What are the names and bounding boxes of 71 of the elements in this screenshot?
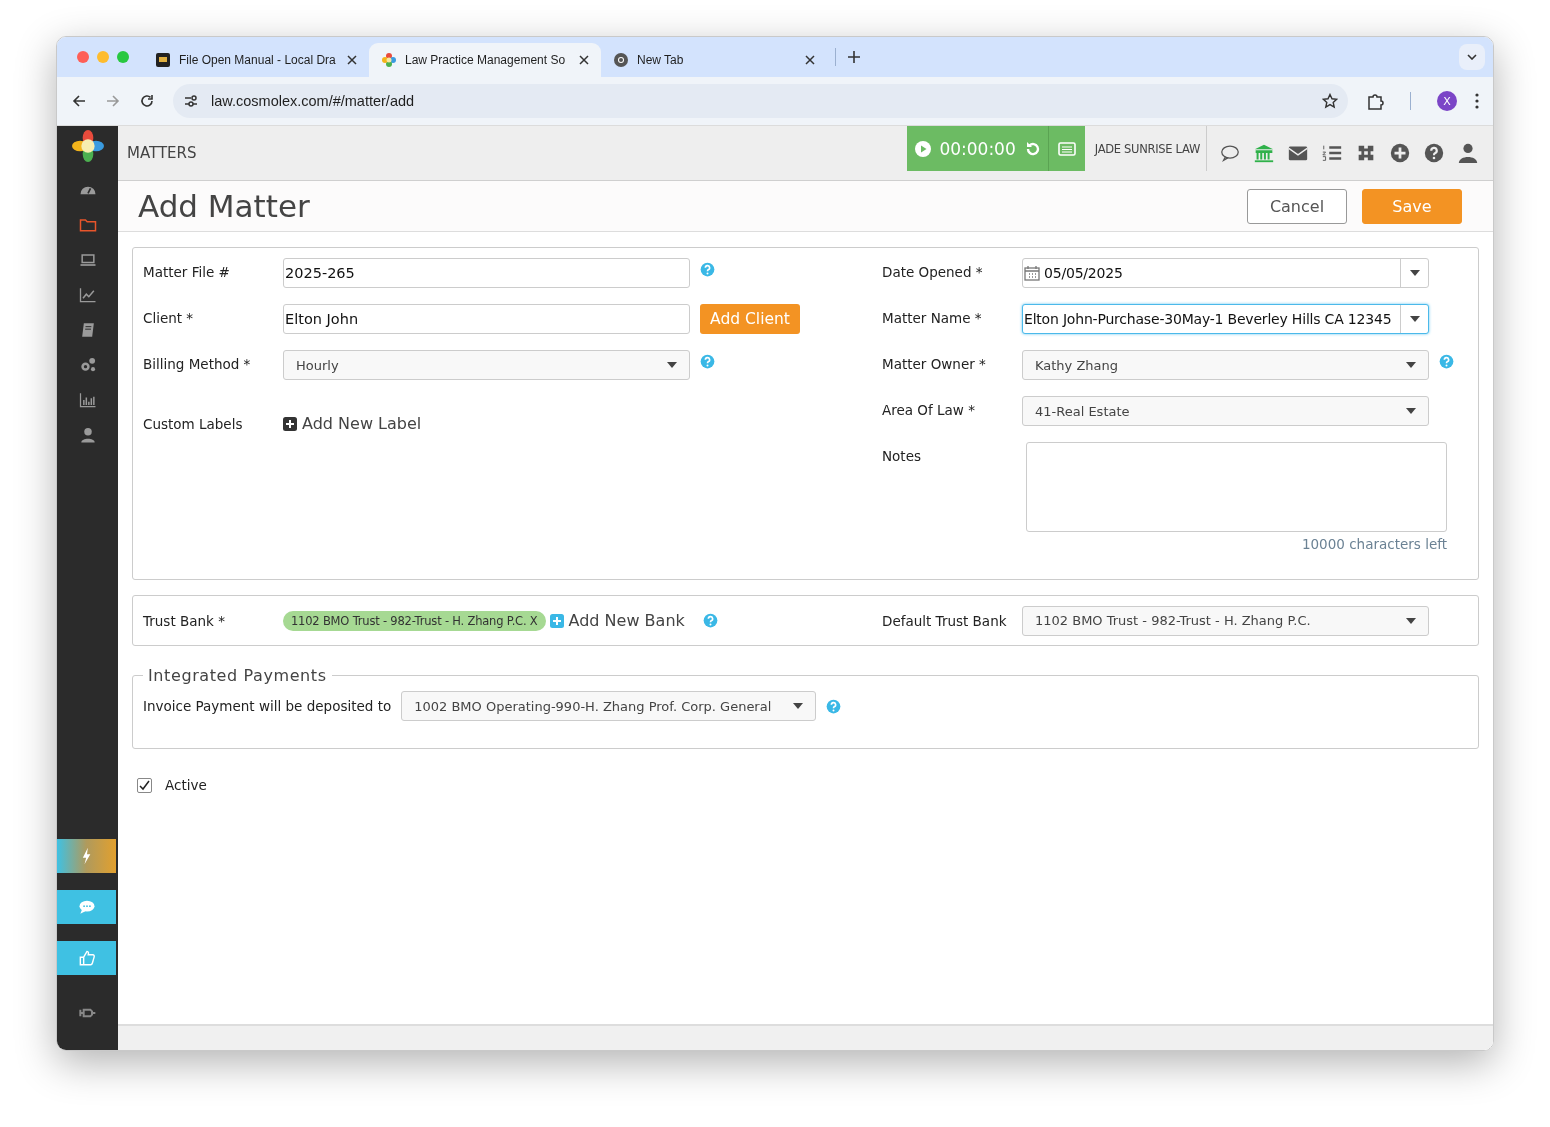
dropdown[interactable]: 41-Real Estate <box>1022 396 1429 426</box>
flower-icon <box>381 52 397 68</box>
field-label: Client * <box>143 309 195 326</box>
help-icon[interactable] <box>1423 142 1445 164</box>
browser-tab[interactable]: Law Practice Management So <box>369 43 601 77</box>
caret-icon <box>1409 316 1420 322</box>
reload-icon[interactable] <box>139 93 155 109</box>
calendar-icon <box>1024 265 1040 281</box>
extensions-icon[interactable] <box>1366 92 1384 110</box>
field-label: Billing Method * <box>143 355 252 372</box>
field-label: Area Of Law * <box>882 401 976 418</box>
caret-icon <box>1406 617 1416 624</box>
caret-icon <box>667 362 677 368</box>
checkmark-icon <box>139 779 150 791</box>
combo-field[interactable]: Elton John-Purchase-30May-1 Beverley Hills CA 12345 <box>1022 304 1429 334</box>
timer-display: 00:00:00 <box>939 138 1016 159</box>
browser-tab[interactable]: File Open Manual - Local Dra <box>143 43 369 77</box>
bookmark-star-icon[interactable] <box>1322 93 1338 109</box>
chevron-icon <box>1467 54 1477 60</box>
close-icon[interactable] <box>805 55 815 65</box>
group-title: Integrated Payments <box>147 666 328 685</box>
dropdown[interactable]: Hourly <box>283 350 690 380</box>
firm-name: JADE SUNRISE LAW <box>1084 126 1207 171</box>
browser-icon <box>613 52 629 68</box>
dropdown[interactable]: 1002 BMO Operating-990-H. Zhang Prof. Corp. General <box>401 691 817 721</box>
field-label: Matter Name * <box>882 309 983 326</box>
new-tab-icon[interactable] <box>848 51 860 63</box>
character-count: 10000 characters left <box>1300 536 1447 552</box>
page-title: Add Matter <box>138 188 311 224</box>
plus-square-icon <box>549 613 564 628</box>
plus-square-icon <box>283 416 297 431</box>
text-field[interactable]: 2025-265 <box>283 258 690 288</box>
date-field[interactable]: 05/05/2025 <box>1022 258 1429 288</box>
close-icon[interactable] <box>347 55 357 65</box>
field-label: Custom Labels <box>143 415 244 432</box>
field-label: Invoice Payment will be deposited to <box>143 698 392 714</box>
cancel-button[interactable]: Cancel <box>1247 188 1347 224</box>
forward-icon[interactable] <box>105 93 121 109</box>
checkbox-label: Active <box>165 777 207 793</box>
notes-field[interactable] <box>1026 442 1447 532</box>
profile-avatar[interactable]: X <box>1437 91 1457 111</box>
add-label-link[interactable]: Add New Label <box>283 410 422 433</box>
field-label: Matter Owner * <box>882 355 987 372</box>
document-icon <box>155 52 171 68</box>
section-title: MATTERS <box>127 144 198 162</box>
field-label: Notes <box>882 447 922 464</box>
close-icon[interactable] <box>579 55 589 65</box>
user-icon[interactable] <box>1457 142 1479 164</box>
field-label: Default Trust Bank <box>882 612 1008 629</box>
dropdown[interactable]: Kathy Zhang <box>1022 350 1429 380</box>
text-field[interactable]: Elton John <box>283 304 690 334</box>
add-bank-link[interactable]: Add New Bank <box>549 611 685 630</box>
add-icon[interactable] <box>1389 142 1411 164</box>
dropdown[interactable]: 1102 BMO Trust - 982-Trust - H. Zhang P.C. <box>1022 605 1429 636</box>
more-menu-icon[interactable] <box>1475 93 1479 109</box>
address-bar[interactable]: law.cosmolex.com/#/matter/add <box>173 84 1348 118</box>
tab-menu-button[interactable] <box>1459 44 1485 70</box>
checkbox[interactable] <box>137 777 152 793</box>
url-text: law.cosmolex.com/#/matter/add <box>211 93 415 109</box>
caret-icon <box>793 703 804 709</box>
site-settings-icon[interactable] <box>183 93 199 109</box>
caret-icon <box>1406 408 1416 414</box>
caret-icon <box>1409 270 1420 276</box>
flower-logo[interactable] <box>71 130 104 162</box>
caret-icon <box>1406 362 1416 368</box>
back-icon[interactable] <box>71 93 87 109</box>
bank-tag[interactable]: 1102 BMO Trust - 982-Trust - H. Zhang P.C. X <box>283 610 546 631</box>
field-label: Date Opened * <box>882 263 984 280</box>
field-label: Trust Bank * <box>143 612 226 629</box>
field-label: Matter File # <box>143 263 231 280</box>
browser-tab[interactable]: New Tab <box>601 43 827 77</box>
